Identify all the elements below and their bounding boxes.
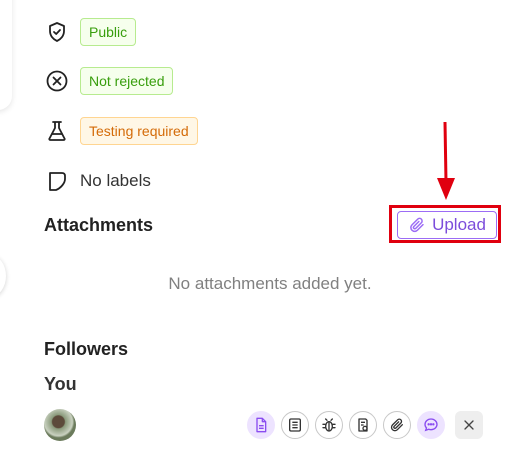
labels-row: No labels	[44, 168, 151, 194]
bug-button[interactable]	[315, 411, 343, 439]
upload-button-label: Upload	[432, 215, 486, 234]
chat-button[interactable]	[417, 411, 445, 439]
rejection-tag[interactable]: Not rejected	[80, 67, 174, 95]
paperclip-icon	[390, 418, 403, 432]
visibility-row: Public	[44, 18, 137, 46]
testing-row: Testing required	[44, 117, 198, 145]
upload-button[interactable]: Upload	[397, 211, 497, 239]
label-icon	[44, 168, 70, 194]
avatar[interactable]	[44, 409, 76, 441]
labels-value[interactable]: No labels	[80, 171, 151, 191]
clipboard-check-button[interactable]	[349, 411, 377, 439]
list-button[interactable]	[281, 411, 309, 439]
testing-tag[interactable]: Testing required	[80, 117, 198, 145]
annotation-arrow	[437, 121, 455, 200]
background-card-edge	[0, 0, 12, 110]
followers-title: Followers	[44, 339, 129, 359]
followers-you-label: You	[44, 374, 77, 394]
attachments-title: Attachments	[44, 215, 154, 235]
clipboard-check-icon	[358, 418, 368, 432]
x-circle-icon	[44, 68, 70, 94]
shield-check-icon	[44, 19, 70, 45]
bottom-toolbar	[247, 411, 483, 439]
close-icon	[464, 420, 474, 430]
close-button[interactable]	[455, 411, 483, 439]
chat-icon	[424, 418, 438, 432]
attachment-button[interactable]	[383, 411, 411, 439]
attachments-empty-message: No attachments added yet.	[168, 274, 372, 293]
document-icon	[256, 417, 267, 433]
list-icon	[289, 418, 301, 432]
paperclip-icon	[410, 217, 424, 233]
flask-icon	[44, 118, 70, 144]
rejection-row: Not rejected	[44, 67, 174, 95]
visibility-tag[interactable]: Public	[80, 18, 137, 46]
document-button[interactable]	[247, 411, 275, 439]
bug-icon	[322, 418, 336, 432]
